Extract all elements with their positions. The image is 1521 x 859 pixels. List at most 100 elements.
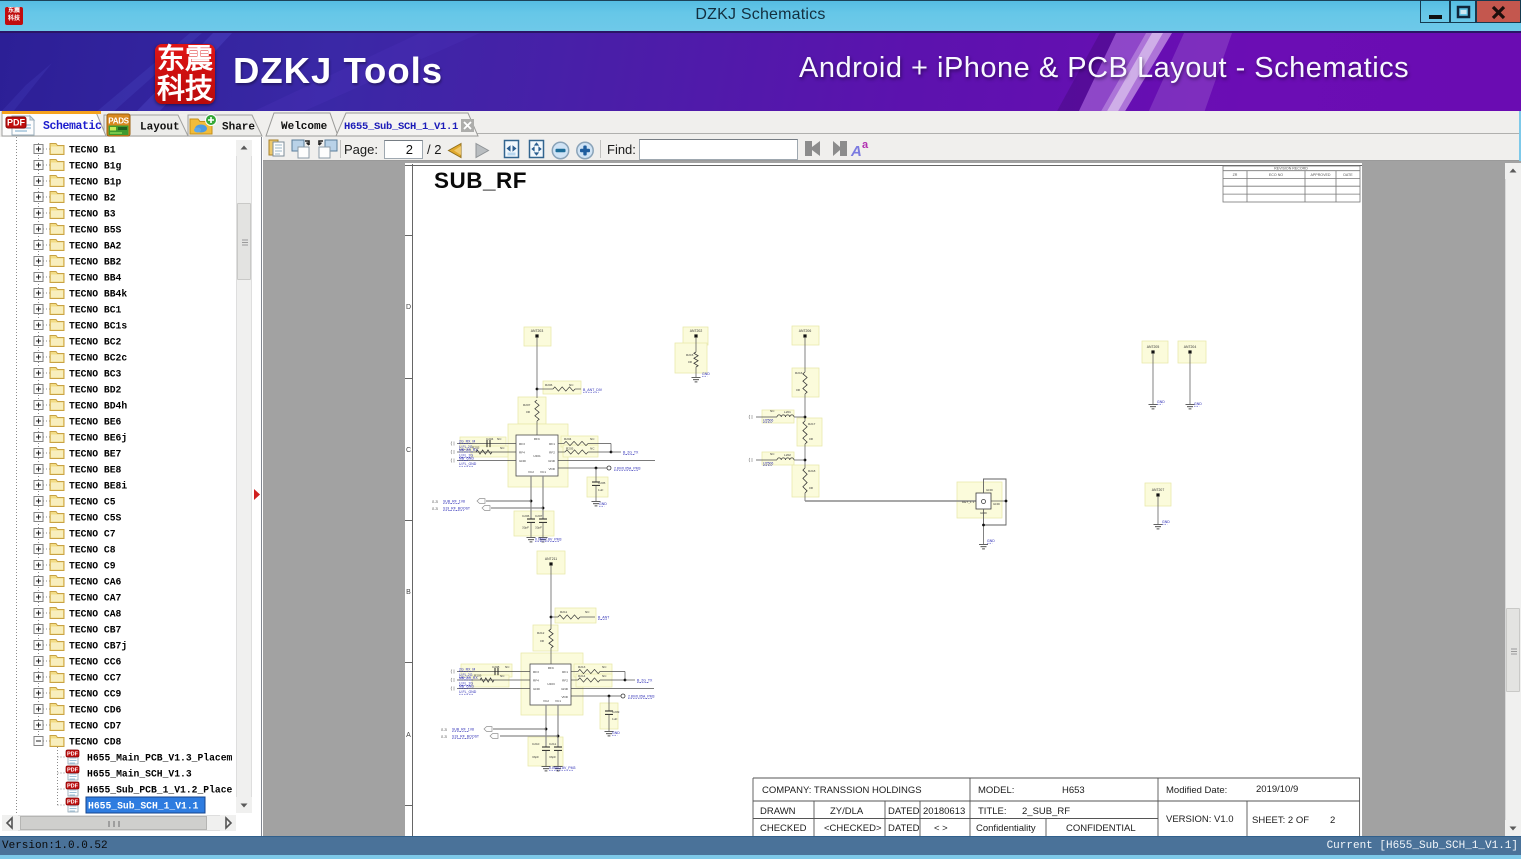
svg-text:TECNO C8: TECNO C8	[69, 545, 116, 556]
svg-text:ANT207: ANT207	[1152, 488, 1165, 492]
svg-text:33pF: 33pF	[532, 755, 539, 759]
svg-text:33pF: 33pF	[522, 526, 529, 530]
svg-text:TECNO BA2: TECNO BA2	[69, 241, 122, 252]
svg-text:H655_Main_PCB_V1.3_Placem: H655_Main_PCB_V1.3_Placem	[87, 753, 233, 764]
svg-text:RF2: RF2	[562, 679, 568, 683]
svg-text:NC: NC	[505, 665, 510, 669]
svg-text:VC2: VC2	[528, 470, 534, 474]
svg-text:ANT211: ANT211	[545, 557, 557, 561]
svg-text:GND: GND	[519, 459, 527, 463]
svg-text:DATE: DATE	[1343, 173, 1353, 177]
svg-text:TECNO CB7j: TECNO CB7j	[69, 641, 127, 652]
svg-text:TECNO BC3: TECNO BC3	[69, 369, 122, 380]
svg-text:ANT206: ANT206	[799, 329, 812, 333]
svg-text:ANT202: ANT202	[690, 329, 703, 333]
svg-text:TECNO C9: TECNO C9	[69, 561, 116, 572]
svg-text:PDF: PDF	[67, 784, 79, 790]
svg-text:33pF: 33pF	[549, 755, 556, 759]
svg-text:TECNO CC7: TECNO CC7	[69, 673, 122, 684]
svg-text:TECNO CB7: TECNO CB7	[69, 625, 122, 636]
svg-text:NC: NC	[770, 452, 775, 456]
svg-text:TECNO BE6: TECNO BE6	[69, 417, 122, 428]
svg-text:TITLE:: TITLE:	[978, 806, 1007, 817]
svg-text:PDF: PDF	[67, 752, 79, 758]
svg-text:GND: GND	[986, 488, 994, 492]
svg-text:NC: NC	[585, 610, 590, 614]
svg-text:RF4: RF4	[533, 679, 539, 683]
svg-text:U.FL_GND: U.FL_GND	[459, 690, 477, 694]
svg-text:< >: < >	[934, 823, 948, 834]
svg-text:U2506: U2506	[763, 462, 773, 466]
svg-text:a: a	[862, 139, 869, 151]
svg-text:TECNO BD4h: TECNO BD4h	[69, 401, 127, 412]
svg-text:MB_2G_RX: MB_2G_RX	[459, 676, 478, 680]
svg-text:GND: GND	[1157, 400, 1165, 404]
svg-text:GND: GND	[980, 511, 988, 515]
svg-text:C206: C206	[522, 514, 530, 518]
svg-text:Layout: Layout	[140, 122, 180, 134]
svg-text:NC: NC	[500, 674, 505, 678]
svg-text:C205: C205	[598, 481, 606, 485]
svg-text:B: B	[406, 589, 411, 596]
svg-text:U203: U203	[547, 682, 555, 686]
svg-text:DRAWN: DRAWN	[760, 806, 796, 817]
svg-text:ANT203: ANT203	[531, 329, 544, 333]
svg-text:TECNO C7: TECNO C7	[69, 529, 116, 540]
svg-text:L202: L202	[784, 453, 791, 457]
svg-text:NC: NC	[770, 409, 775, 413]
svg-text:TECNO BC1s: TECNO BC1s	[69, 321, 127, 332]
svg-text:1uF: 1uF	[612, 717, 617, 721]
svg-text:H655_Sub_SCH_1_V1.1: H655_Sub_SCH_1_V1.1	[344, 121, 458, 133]
svg-text:C209: C209	[612, 710, 620, 714]
svg-text:R207: R207	[523, 403, 531, 407]
svg-text:DATED: DATED	[888, 806, 920, 817]
svg-text:TECNO BC2c: TECNO BC2c	[69, 353, 127, 364]
svg-text:RF1: RF1	[549, 442, 555, 446]
svg-text:PADS: PADS	[108, 117, 129, 126]
svg-text:2G_RX_M: 2G_RX_M	[459, 667, 475, 671]
svg-text:R213: R213	[578, 665, 586, 669]
svg-text:TECNO CC6: TECNO CC6	[69, 657, 122, 668]
svg-text:2.8V/0.05A_PM3: 2.8V/0.05A_PM3	[628, 695, 655, 699]
svg-text:TECNO BC2: TECNO BC2	[69, 337, 122, 348]
svg-text:TECNO B3: TECNO B3	[69, 209, 116, 220]
svg-text:GND: GND	[702, 372, 710, 376]
svg-text:R218: R218	[808, 469, 816, 473]
svg-text:C207: C207	[535, 514, 543, 518]
svg-text:H655_Main_SCH_V1.3: H655_Main_SCH_V1.3	[87, 769, 192, 780]
svg-text:NC: NC	[590, 437, 595, 441]
svg-text:R211: R211	[560, 610, 567, 614]
svg-text:Welcome: Welcome	[281, 121, 328, 133]
svg-text:ZY/DLA: ZY/DLA	[830, 806, 864, 817]
svg-text:C204: C204	[486, 437, 494, 441]
svg-text:NC: NC	[500, 446, 505, 450]
svg-text:TECNO BE6j: TECNO BE6j	[69, 433, 127, 444]
svg-text:C211: C211	[549, 742, 556, 746]
svg-text:GND: GND	[599, 502, 607, 506]
svg-text:RF2: RF2	[549, 451, 555, 455]
svg-text:S19_RF_BOOST: S19_RF_BOOST	[452, 735, 480, 739]
svg-text:TECNO B5S: TECNO B5S	[69, 225, 122, 236]
svg-text:TECNO CA6: TECNO CA6	[69, 577, 122, 588]
svg-text:MB_2G_RX: MB_2G_RX	[459, 448, 478, 452]
svg-text:SUB_RF_1V8: SUB_RF_1V8	[443, 500, 465, 504]
svg-text:RF3: RF3	[519, 442, 525, 446]
svg-text:COMPANY: TRANSSION HOLDINGS: COMPANY: TRANSSION HOLDINGS	[762, 785, 922, 796]
svg-text:B_2G_TX: B_2G_TX	[623, 451, 639, 455]
svg-text:RF3: RF3	[533, 670, 539, 674]
svg-text:REVISION RECORD: REVISION RECORD	[1274, 167, 1308, 171]
svg-text:DET_1 1: DET_1 1	[962, 500, 974, 504]
svg-text:RFC: RFC	[534, 437, 541, 441]
svg-text:TECNO CD7: TECNO CD7	[69, 721, 122, 732]
svg-text:C208: C208	[492, 665, 500, 669]
svg-text:MB_GND: MB_GND	[459, 456, 474, 460]
svg-text:TECNO BB4k: TECNO BB4k	[69, 289, 127, 300]
svg-text:2.8V/0.05A_PM3: 2.8V/0.05A_PM3	[614, 467, 641, 471]
svg-text:VC1: VC1	[555, 699, 561, 703]
svg-text:VC2: VC2	[543, 699, 549, 703]
svg-text:ANT205: ANT205	[1147, 345, 1160, 349]
svg-text:PDF: PDF	[67, 768, 79, 774]
svg-text:NC: NC	[569, 383, 574, 387]
svg-text:GND: GND	[533, 687, 541, 691]
svg-text:VDD: VDD	[561, 695, 568, 699]
